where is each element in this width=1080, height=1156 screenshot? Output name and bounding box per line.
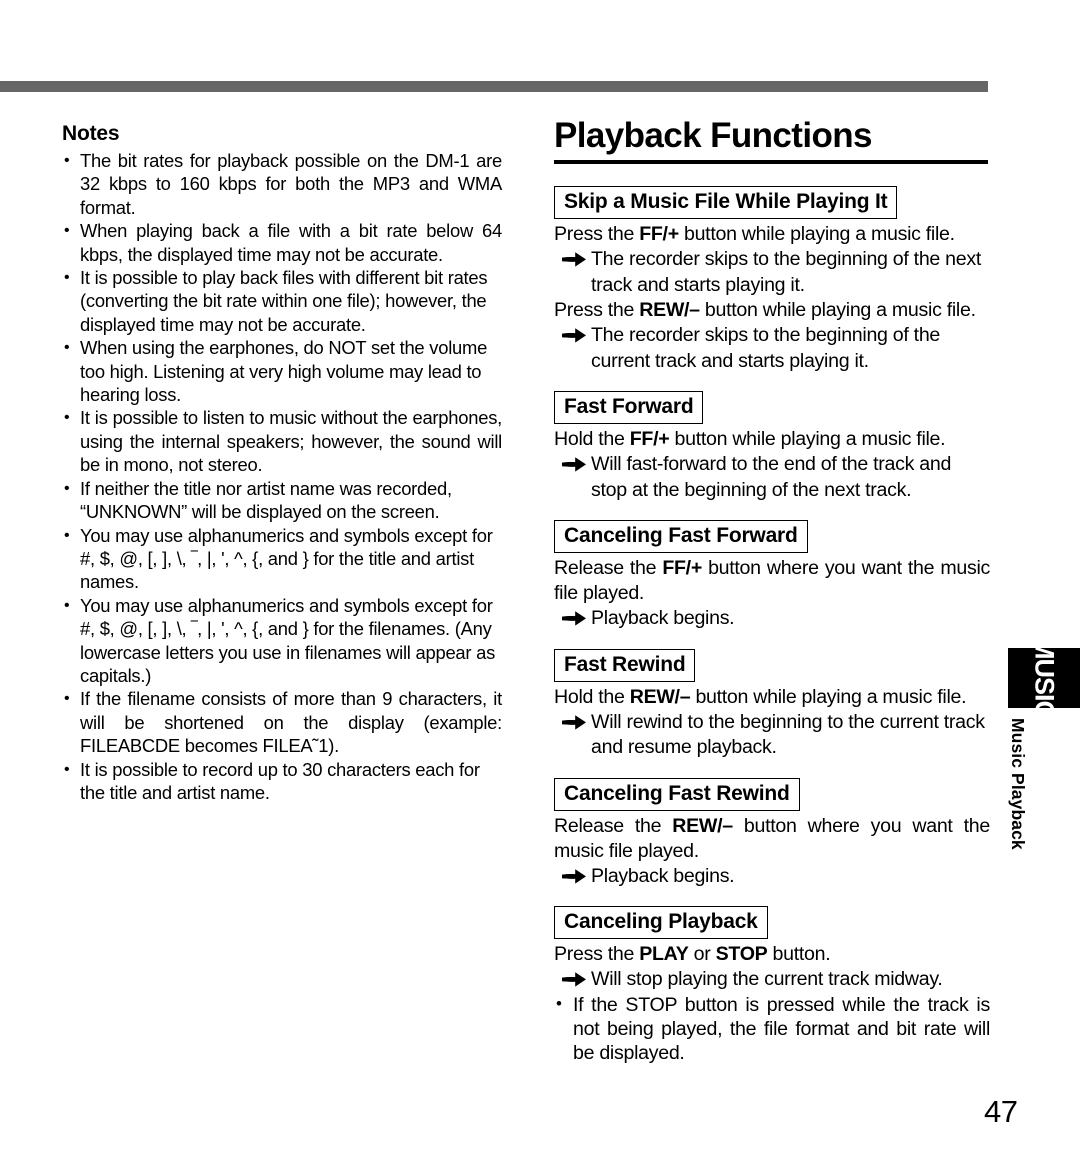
section-heading: Fast Rewind — [554, 648, 696, 682]
instruction-suffix: button while playing a music file. — [678, 223, 955, 245]
section-block: Fast Forward Hold the FF/+ button while p… — [554, 391, 990, 503]
right-arrow-icon — [562, 714, 586, 730]
instruction-line: Release the FF/+ button where you want t… — [554, 556, 990, 606]
result-line: Will rewind to the beginning to the curr… — [554, 710, 990, 761]
instruction-prefix: Hold the — [554, 685, 630, 708]
title-underline — [554, 160, 988, 164]
right-arrow-icon — [562, 868, 586, 884]
instruction-suffix: button while playing a music file. — [690, 685, 967, 708]
result-line: Playback begins. — [554, 606, 990, 632]
note-item: When playing back a file with a bit rate… — [62, 219, 502, 266]
button-name: STOP — [715, 943, 768, 965]
button-name: REW/– — [639, 299, 700, 321]
result-text: Will rewind to the beginning to the curr… — [591, 710, 985, 759]
instruction-prefix: Press the — [554, 223, 640, 245]
music-section-tab: MUSIC — [1008, 648, 1080, 708]
button-name: FF/+ — [639, 223, 679, 245]
result-text: The recorder skips to the beginning of t… — [591, 248, 981, 296]
section-heading: Canceling Fast Forward — [554, 520, 808, 553]
right-arrow-icon — [562, 611, 586, 626]
sections-container: Skip a Music File While Playing It Press … — [554, 186, 990, 1065]
note-item: The bit rates for playback possible on t… — [62, 149, 502, 219]
right-arrow-icon — [562, 252, 586, 267]
instruction-suffix: button while playing a music file. — [669, 428, 946, 450]
note-item: It is possible to record up to 30 charac… — [62, 758, 502, 805]
right-arrow-icon — [562, 328, 586, 343]
notes-column: Notes The bit rates for playback possibl… — [62, 122, 502, 804]
instruction-prefix: Hold the — [554, 428, 630, 450]
section-heading: Fast Forward — [554, 391, 704, 424]
instruction-suffix: button. — [767, 943, 831, 965]
note-item: You may use alphanumerics and symbols ex… — [62, 594, 502, 688]
section-heading: Skip a Music File While Playing It — [554, 186, 898, 219]
instruction-conjunction: or — [688, 943, 716, 965]
notes-list: The bit rates for playback possible on t… — [62, 149, 502, 804]
section-block: Canceling Fast Rewind Release the REW/– b… — [554, 777, 990, 890]
instruction-line: Hold the REW/– button while playing a mu… — [554, 685, 990, 710]
section-block: Fast Rewind Hold the REW/– button while p… — [554, 648, 990, 761]
instruction-suffix: button while playing a music file. — [699, 299, 976, 321]
instruction-prefix: Release the — [554, 557, 663, 579]
instruction-prefix: Press the — [554, 299, 640, 321]
result-line: Playback begins. — [554, 864, 990, 890]
instruction-line: Press the PLAY or STOP button. — [554, 942, 990, 967]
instruction-line: Press the FF/+ button while playing a mu… — [554, 222, 990, 247]
result-text: Playback begins. — [591, 864, 735, 887]
result-text: The recorder skips to the beginning of t… — [591, 324, 941, 372]
section-heading: Canceling Playback — [554, 906, 768, 939]
section-block: Canceling Fast Forward Release the FF/+ b… — [554, 520, 990, 632]
result-line: The recorder skips to the beginning of t… — [554, 323, 990, 374]
button-name: FF/+ — [662, 557, 702, 579]
button-name: REW/– — [672, 814, 733, 837]
button-name: PLAY — [639, 943, 689, 965]
button-name: REW/– — [629, 685, 691, 708]
note-item: You may use alphanumerics and symbols ex… — [62, 524, 502, 594]
page-number: 47 — [984, 1094, 1018, 1129]
note-item: It is possible to listen to music withou… — [62, 406, 502, 476]
instruction-prefix: Press the — [554, 943, 640, 965]
page-title: Playback Functions — [554, 116, 873, 155]
section-block: Canceling Playback Press the PLAY or STOP… — [554, 906, 990, 1065]
result-text: Playback begins. — [591, 607, 735, 629]
result-text: Will stop playing the current track midw… — [591, 968, 943, 990]
note-item: It is possible to play back files with d… — [62, 266, 502, 336]
button-name: FF/+ — [629, 428, 670, 450]
right-arrow-icon — [562, 972, 586, 987]
instruction-prefix: Release the — [554, 814, 673, 837]
note-item: If the filename consists of more than 9 … — [62, 687, 502, 757]
section-block: Skip a Music File While Playing It Press … — [554, 186, 990, 374]
header-rule — [0, 81, 988, 92]
instruction-line: Press the REW/– button while playing a m… — [554, 298, 990, 323]
section-heading: Canceling Fast Rewind — [554, 777, 800, 811]
notes-heading: Notes — [62, 122, 120, 145]
result-line: The recorder skips to the beginning of t… — [554, 247, 990, 298]
playback-functions-column: Playback Functions Skip a Music File Whi… — [554, 116, 990, 1082]
result-text: Will fast-forward to the end of the trac… — [591, 453, 952, 501]
result-line: Will fast-forward to the end of the trac… — [554, 452, 990, 503]
music-playback-caption-label: Music Playback — [1008, 718, 1028, 850]
note-item: If neither the title nor artist name was… — [62, 477, 502, 524]
note-line: If the STOP button is pressed while the … — [554, 992, 990, 1065]
instruction-line: Hold the FF/+ button while playing a mus… — [554, 427, 990, 452]
right-arrow-icon — [562, 457, 586, 472]
music-playback-caption: Music Playback — [1008, 718, 1048, 898]
result-line: Will stop playing the current track midw… — [554, 967, 990, 993]
note-item: When using the earphones, do NOT set the… — [62, 336, 502, 406]
instruction-line: Release the REW/– button where you want … — [554, 814, 990, 864]
music-section-tab-label: MUSIC — [1029, 648, 1060, 708]
